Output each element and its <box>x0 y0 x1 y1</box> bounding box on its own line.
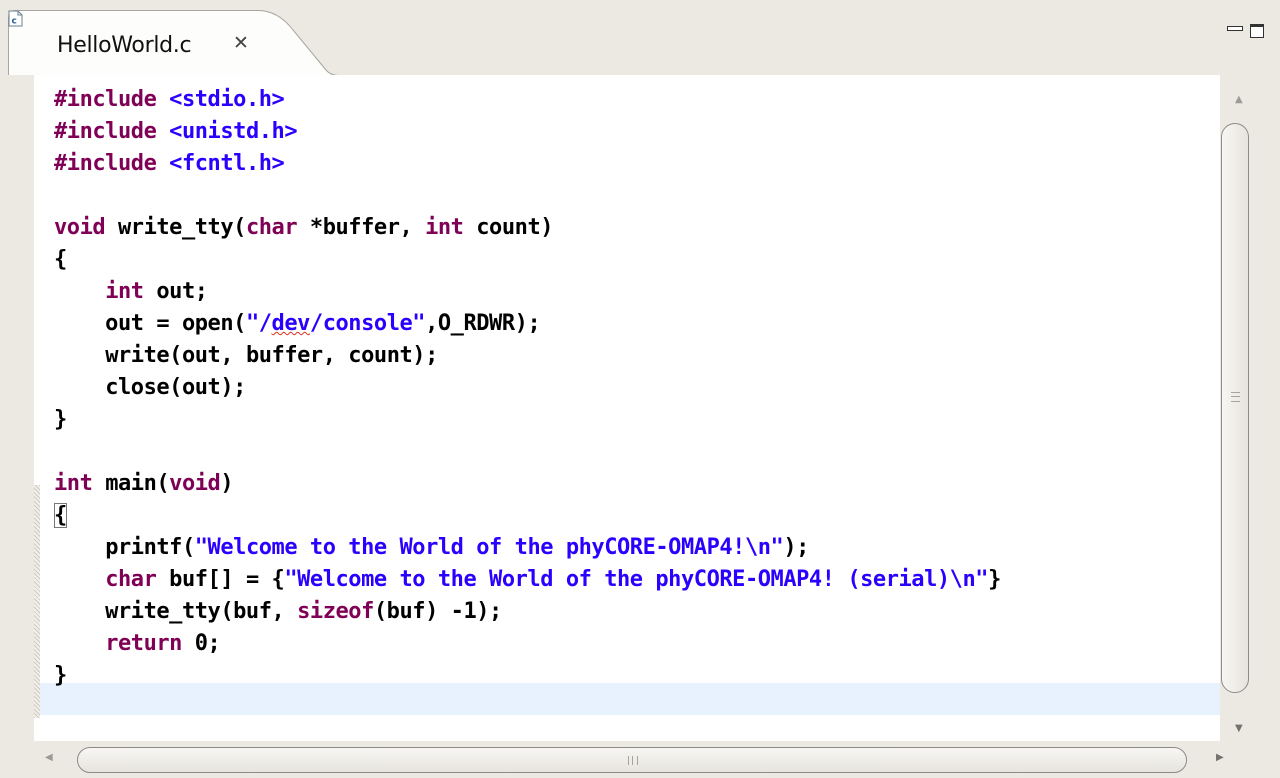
keyword-token: #include <box>54 119 157 144</box>
minimize-icon[interactable] <box>1226 22 1243 34</box>
scroll-down-arrow-icon[interactable]: ▼ <box>1235 723 1243 734</box>
file-icon-letter: c <box>12 17 17 27</box>
code-line[interactable]: #include <stdio.h> <box>54 87 285 112</box>
editor-tab-bar: c HelloWorld.c ✕ <box>0 0 1280 76</box>
grip-icon <box>628 756 638 765</box>
code-line[interactable]: int out; <box>54 279 208 304</box>
code-line[interactable]: write_tty(buf, sizeof(buf) -1); <box>54 599 502 624</box>
code-line[interactable]: out = open("/dev/console",O_RDWR); <box>54 311 541 336</box>
code-text: buf[] = { <box>156 567 285 592</box>
function-token: write <box>105 343 170 368</box>
close-tab-icon[interactable]: ✕ <box>233 32 249 54</box>
tab-helloworld-c[interactable]: c HelloWorld.c ✕ <box>8 10 338 76</box>
code-line[interactable]: } <box>54 407 67 432</box>
source-code[interactable]: #include <stdio.h> #include <unistd.h> #… <box>54 84 1001 692</box>
code-text: ) <box>220 471 234 496</box>
string-token: /console" <box>309 311 426 336</box>
misspelled-word: dev <box>271 311 311 336</box>
scroll-right-arrow-icon[interactable]: ▶ <box>1216 752 1224 763</box>
function-token: open <box>181 311 234 336</box>
grip-icon <box>1231 392 1240 402</box>
scroll-up-arrow-icon[interactable]: ▲ <box>1235 94 1243 105</box>
function-token: write_tty <box>117 215 234 240</box>
keyword-token: int <box>425 215 464 240</box>
code-text: ( <box>233 215 246 240</box>
keyword-token: char <box>105 567 157 592</box>
keyword-token: int <box>105 279 144 304</box>
code-text: ); <box>783 535 809 560</box>
vertical-scrollbar[interactable]: ▲ ▼ <box>1220 75 1260 741</box>
code-text: count) <box>463 215 554 240</box>
code-line[interactable]: { <box>54 503 67 528</box>
code-editor: #include <stdio.h> #include <unistd.h> #… <box>0 75 1280 778</box>
keyword-token: sizeof <box>297 599 374 624</box>
code-line[interactable]: { <box>54 247 67 272</box>
code-text: ,O_RDWR); <box>425 311 541 336</box>
code-line[interactable]: #include <unistd.h> <box>54 119 298 144</box>
code-text: ( <box>156 471 170 496</box>
function-token: close <box>105 375 170 400</box>
code-line[interactable]: int main(void) <box>54 471 234 496</box>
string-token: "Welcome to the World of the phyCORE-OMA… <box>194 535 784 560</box>
keyword-token: int <box>54 471 93 496</box>
c-source-file-icon: c <box>8 10 23 27</box>
string-token: "Welcome to the World of the phyCORE-OMA… <box>284 567 989 592</box>
code-text: } <box>54 663 67 688</box>
code-line[interactable]: #include <fcntl.h> <box>54 151 285 176</box>
horizontal-scroll-thumb[interactable] <box>77 747 1187 773</box>
keyword-token: #include <box>54 87 157 112</box>
code-text: { <box>54 247 67 272</box>
function-token: printf <box>105 535 182 560</box>
code-text: 0; <box>181 631 221 656</box>
code-text-area[interactable]: #include <stdio.h> #include <unistd.h> #… <box>40 75 1220 741</box>
string-token: "/ <box>245 311 272 336</box>
tab-title: HelloWorld.c <box>57 33 192 58</box>
code-text: ( <box>233 311 246 336</box>
code-text: } <box>54 407 67 432</box>
code-text: ( <box>181 535 195 560</box>
code-line[interactable]: void write_tty(char *buffer, int count) <box>54 215 553 240</box>
matching-bracket: { <box>54 503 67 528</box>
keyword-token: void <box>54 215 106 240</box>
string-token: <stdio.h> <box>169 87 285 112</box>
maximize-icon[interactable] <box>1249 22 1267 40</box>
keyword-token: return <box>105 631 182 656</box>
code-line[interactable]: } <box>54 663 67 688</box>
string-token: <unistd.h> <box>169 119 298 144</box>
code-text: out = <box>54 311 182 336</box>
keyword-token: char <box>245 215 298 240</box>
string-token: <fcntl.h> <box>169 151 285 176</box>
code-text: write_tty(buf, <box>54 599 298 624</box>
code-text: (out); <box>169 375 246 400</box>
code-line[interactable]: printf("Welcome to the World of the phyC… <box>54 535 809 560</box>
keyword-token: #include <box>54 151 157 176</box>
vertical-scroll-thumb[interactable] <box>1221 123 1249 693</box>
code-line[interactable]: char buf[] = {"Welcome to the World of t… <box>54 567 1001 592</box>
code-text: *buffer, <box>297 215 426 240</box>
function-token: main <box>105 471 157 496</box>
code-text: out; <box>143 279 208 304</box>
code-text: } <box>988 567 1001 592</box>
code-text: (buf) -1); <box>373 599 502 624</box>
code-text: (out, buffer, count); <box>169 343 438 368</box>
scroll-left-arrow-icon[interactable]: ◀ <box>45 752 53 763</box>
keyword-token: void <box>169 471 221 496</box>
code-line[interactable]: return 0; <box>54 631 221 656</box>
horizontal-scrollbar[interactable]: ◀ ▶ <box>34 741 1260 778</box>
code-line[interactable]: close(out); <box>54 375 246 400</box>
code-line[interactable]: write(out, buffer, count); <box>54 343 438 368</box>
